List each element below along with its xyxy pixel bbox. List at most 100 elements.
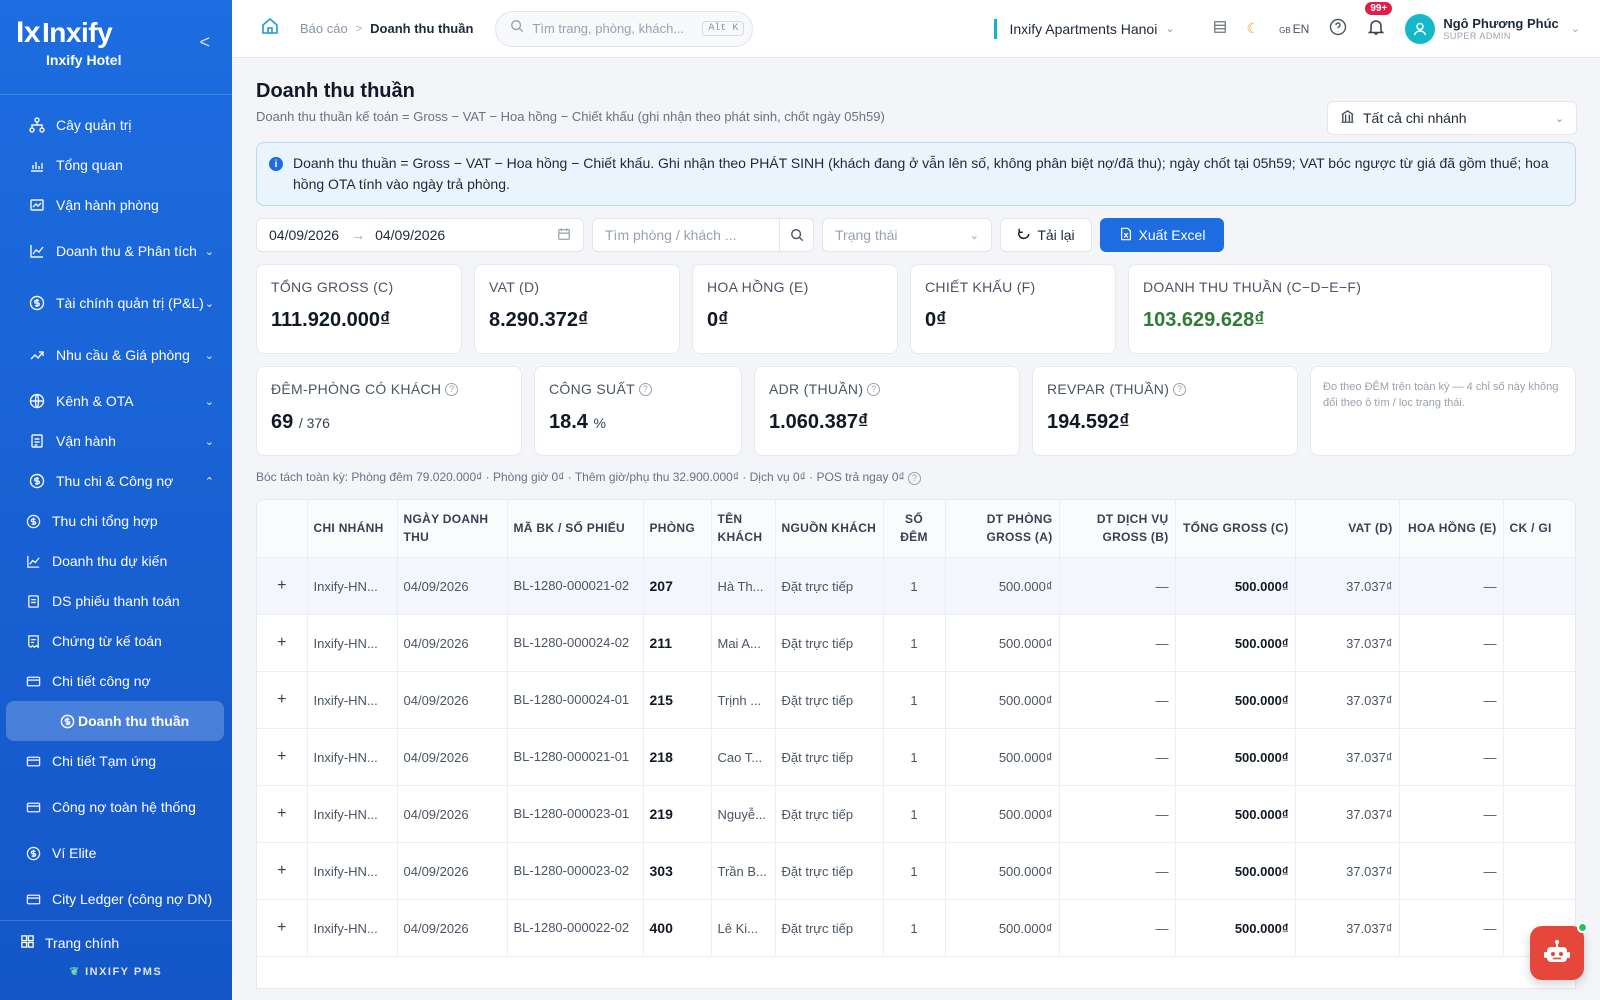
- sidebar-footer: Trang chính ❦ INXIFY PMS: [0, 920, 232, 1000]
- globe-icon: [28, 392, 46, 410]
- column-header[interactable]: SỐ ĐÊM: [883, 499, 946, 558]
- kpi-value: 18.4: [549, 411, 588, 433]
- sidebar-subitem-city-ledger[interactable]: City Ledger (công nợ DN): [0, 873, 232, 925]
- info-icon: i: [269, 157, 283, 171]
- help-icon[interactable]: ?: [638, 382, 652, 396]
- reload-button[interactable]: Tải lại: [1000, 218, 1092, 252]
- global-search-input[interactable]: Tìm trang, phòng, khách... Alt K: [495, 10, 754, 47]
- sidebar-subitem-elite-wallet[interactable]: Ví Elite: [0, 833, 232, 873]
- help-icon[interactable]: [1329, 18, 1347, 39]
- column-header[interactable]: HOA HỒNG (E): [1399, 499, 1504, 558]
- date-to[interactable]: 04/09/2026: [375, 227, 445, 243]
- kpi-note: Đo theo ĐÊM trên toàn kỳ — 4 chỉ số này …: [1323, 381, 1559, 409]
- plus-icon[interactable]: +: [277, 634, 286, 651]
- sidebar: Ix Inxify Inxify Hotel < Cây quản trị Tổn…: [0, 0, 232, 1000]
- cell-date: 04/09/2026: [397, 728, 508, 786]
- column-header[interactable]: NGÀY DOANH THU: [397, 499, 508, 558]
- column-header[interactable]: VAT (D): [1295, 499, 1400, 558]
- sidebar-subitem-accounting-docs[interactable]: Chứng từ kế toán: [0, 621, 232, 661]
- sidebar-subitem-debt-detail[interactable]: Chi tiết công nợ: [0, 661, 232, 701]
- kpi-label: CÔNG SUẤT: [549, 381, 635, 397]
- collapse-sidebar-icon[interactable]: <: [199, 32, 210, 53]
- sidebar-subitem-net-revenue[interactable]: Doanh thu thuần: [6, 701, 224, 741]
- language-switcher[interactable]: GB EN: [1279, 22, 1309, 36]
- column-header[interactable]: NGUỒN KHÁCH: [775, 499, 884, 558]
- help-icon[interactable]: ?: [908, 471, 922, 485]
- reload-label: Tải lại: [1037, 227, 1075, 243]
- column-header[interactable]: DT PHÒNG GROSS (A): [945, 499, 1060, 558]
- moon-icon[interactable]: ☾: [1247, 20, 1260, 37]
- tree-icon: [28, 116, 46, 134]
- chatbot-button[interactable]: [1530, 922, 1588, 980]
- help-icon[interactable]: ?: [867, 382, 881, 396]
- cell-room: 211: [643, 614, 712, 672]
- table-row[interactable]: + Inxify-HN... 04/09/2026 BL-1280-000023-01…: [257, 785, 1575, 843]
- column-header[interactable]: CK / GI: [1503, 499, 1575, 558]
- cell-total: 500.000₫: [1175, 557, 1296, 615]
- cell-source: Đặt trực tiếp: [775, 728, 884, 786]
- column-header[interactable]: TÊN KHÁCH: [711, 499, 776, 558]
- table-row[interactable]: + Inxify-HN... 04/09/2026 BL-1280-000024-02…: [257, 614, 1575, 672]
- breadcrumb-parent[interactable]: Báo cáo: [300, 21, 348, 36]
- date-range-picker[interactable]: 04/09/2026 → 04/09/2026: [256, 218, 584, 252]
- sidebar-item-admin-tree[interactable]: Cây quản trị: [0, 105, 232, 145]
- column-header[interactable]: PHÒNG: [643, 499, 712, 558]
- column-header[interactable]: CHI NHÁNH: [307, 499, 398, 558]
- sidebar-item-channels-ota[interactable]: Kênh & OTA ⌄: [0, 381, 232, 421]
- table-row[interactable]: + Inxify-HN... 04/09/2026 BL-1280-000022-02…: [257, 899, 1575, 957]
- column-header[interactable]: TỔNG GROSS (C): [1175, 499, 1296, 558]
- plus-icon[interactable]: +: [277, 862, 286, 879]
- notifications-button[interactable]: 99+: [1365, 2, 1393, 39]
- chevron-right-icon: >: [355, 22, 363, 35]
- kpi-card-vat: VAT (D) 8.290.372₫: [474, 264, 680, 354]
- plus-icon[interactable]: +: [277, 577, 286, 594]
- help-icon[interactable]: ?: [1173, 382, 1187, 396]
- plus-icon[interactable]: +: [277, 919, 286, 936]
- cell-branch: Inxify-HN...: [307, 614, 398, 672]
- cell-comm: —: [1399, 728, 1504, 786]
- kpi-label: ADR (THUẦN): [769, 381, 864, 397]
- cell-bk: BL-1280-000022-02: [507, 899, 644, 957]
- plus-icon[interactable]: +: [277, 805, 286, 822]
- property-selector[interactable]: Inxify Apartments Hanoi ⌄: [994, 18, 1175, 39]
- sidebar-item-room-ops[interactable]: Vận hành phòng: [0, 185, 232, 225]
- layout-icon[interactable]: [1213, 20, 1227, 37]
- branch-filter-select[interactable]: Tất cả chi nhánh ⌄: [1327, 101, 1577, 135]
- table-row[interactable]: + Inxify-HN... 04/09/2026 BL-1280-000023-02…: [257, 842, 1575, 900]
- sidebar-subitem-income-summary[interactable]: Thu chi tổng hợp: [0, 501, 232, 541]
- column-header[interactable]: DT DỊCH VỤ GROSS (B): [1059, 499, 1176, 558]
- sidebar-item-demand-pricing[interactable]: Nhu cầu & Giá phòng ⌄: [0, 329, 232, 381]
- column-header[interactable]: MÃ BK / SỐ PHIẾU: [507, 499, 644, 558]
- kpi-note-card: Đo theo ĐÊM trên toàn kỳ — 4 chỉ số này …: [1310, 366, 1576, 456]
- export-excel-button[interactable]: Xuất Excel: [1100, 218, 1224, 252]
- sidebar-subitem-advance-detail[interactable]: Chi tiết Tạm ứng: [0, 741, 232, 781]
- sidebar-item-income-debt[interactable]: Thu chi & Công nợ ⌃: [0, 461, 232, 501]
- room-guest-search-placeholder: Tìm phòng / khách ...: [605, 227, 737, 243]
- footer-brand-label: INXIFY PMS: [85, 966, 163, 978]
- plus-icon[interactable]: +: [277, 691, 286, 708]
- date-from[interactable]: 04/09/2026: [269, 227, 339, 243]
- sidebar-subitem-system-debt[interactable]: Công nợ toàn hệ thống: [0, 781, 232, 833]
- cell-comm: —: [1399, 557, 1504, 615]
- room-guest-search-input[interactable]: Tìm phòng / khách ...: [592, 218, 814, 252]
- table-row[interactable]: + Inxify-HN... 04/09/2026 BL-1280-000024-01…: [257, 671, 1575, 729]
- kpi-card-adr: ADR (THUẦN)? 1.060.387₫: [754, 366, 1020, 456]
- cell-discount: [1503, 557, 1575, 615]
- sidebar-home-link[interactable]: Trang chính: [0, 921, 232, 965]
- table-row[interactable]: + Inxify-HN... 04/09/2026 BL-1280-000021-01…: [257, 728, 1575, 786]
- help-icon[interactable]: ?: [445, 382, 459, 396]
- cell-room-gross: 500.000₫: [945, 899, 1060, 957]
- sidebar-item-overview[interactable]: Tổng quan: [0, 145, 232, 185]
- sidebar-item-operations[interactable]: Vận hành ⌄: [0, 421, 232, 461]
- sidebar-item-finance-pl[interactable]: Tài chính quản trị (P&L) ⌄: [0, 277, 232, 329]
- status-select[interactable]: Trạng thái ⌄: [822, 218, 992, 252]
- sidebar-subitem-forecast-revenue[interactable]: Doanh thu dự kiến: [0, 541, 232, 581]
- table-row[interactable]: + Inxify-HN... 04/09/2026 BL-1280-000021-02…: [257, 557, 1575, 615]
- sidebar-item-revenue-analytics[interactable]: Doanh thu & Phân tích ⌄: [0, 225, 232, 277]
- home-icon[interactable]: [260, 16, 280, 41]
- plus-icon[interactable]: +: [277, 748, 286, 765]
- cell-discount: [1503, 728, 1575, 786]
- sidebar-subitem-payment-vouchers[interactable]: DS phiếu thanh toán: [0, 581, 232, 621]
- search-button[interactable]: [779, 219, 813, 251]
- user-menu[interactable]: Ngô Phương Phúc SUPER ADMIN ⌄: [1405, 13, 1580, 44]
